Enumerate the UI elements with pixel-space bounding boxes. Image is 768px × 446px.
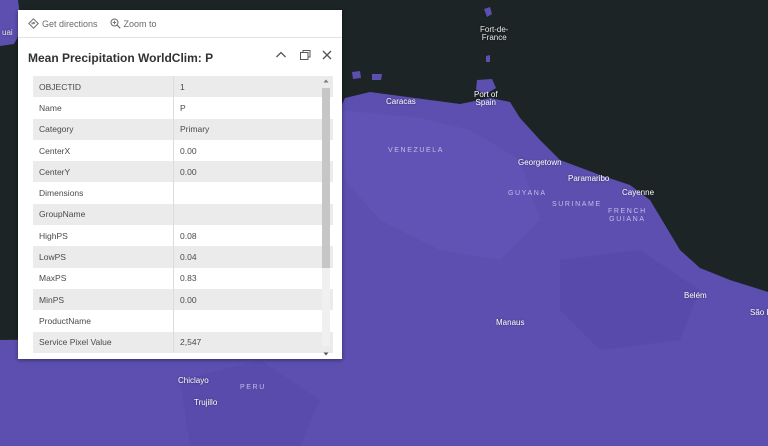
attribute-value: Primary bbox=[180, 124, 210, 135]
city-label-port-of-spain: Port of Spain bbox=[474, 90, 498, 107]
city-label-sao-luis: São L bbox=[750, 308, 768, 317]
attribute-value: 1 bbox=[180, 81, 185, 92]
attribute-key: Dimensions bbox=[33, 182, 174, 204]
attribute-key: CenterX bbox=[33, 139, 174, 162]
popup-actions-bar: Get directions Zoom to bbox=[18, 10, 342, 38]
attribute-key: MinPS bbox=[33, 288, 174, 311]
table-row: LowPS 0.04 bbox=[33, 246, 333, 268]
attribute-value: 0.04 bbox=[180, 252, 197, 263]
city-label-trujillo: Trujillo bbox=[194, 398, 218, 407]
island-small bbox=[352, 71, 361, 79]
city-label-belem: Belém bbox=[684, 291, 707, 300]
island-small bbox=[486, 55, 490, 62]
country-label-french-guiana: FRENCH GUIANA bbox=[608, 208, 647, 223]
attribute-value bbox=[174, 310, 333, 331]
collapse-chevron-up-icon[interactable] bbox=[274, 48, 288, 62]
directions-icon bbox=[28, 18, 39, 29]
attribute-key: HighPS bbox=[33, 225, 174, 247]
scroll-up-arrow-icon[interactable] bbox=[321, 76, 331, 86]
attribute-value: P bbox=[180, 102, 186, 113]
attribute-key: CenterY bbox=[33, 161, 174, 183]
city-label-georgetown: Georgetown bbox=[518, 158, 562, 167]
table-row: HighPS 0.08 bbox=[33, 225, 333, 247]
table-row: OBJECTID 1 bbox=[33, 76, 333, 98]
island-martinique bbox=[484, 7, 492, 17]
attribute-value: 0.00 bbox=[180, 145, 197, 156]
attribute-key: ProductName bbox=[33, 310, 174, 332]
attribute-value bbox=[174, 204, 333, 225]
zoom-in-icon bbox=[110, 18, 121, 29]
city-label-caracas: Caracas bbox=[386, 97, 416, 106]
table-row: Name P bbox=[33, 97, 333, 119]
close-icon[interactable] bbox=[320, 48, 334, 62]
attribute-value: 0.08 bbox=[180, 230, 197, 241]
feature-popup: Get directions Zoom to Mean Precipitatio… bbox=[18, 10, 342, 359]
attribute-key: Service Pixel Value bbox=[33, 331, 174, 353]
attribute-value bbox=[174, 182, 333, 203]
attribute-key: MaxPS bbox=[33, 267, 174, 289]
city-label-edge: uai bbox=[2, 28, 13, 37]
popup-title: Mean Precipitation WorldClim: P bbox=[28, 51, 214, 65]
table-row: CenterX 0.00 bbox=[33, 139, 333, 162]
table-row: ProductName bbox=[33, 310, 333, 332]
attribute-key: Name bbox=[33, 97, 174, 119]
attribute-key: OBJECTID bbox=[33, 76, 174, 98]
attribute-key: Category bbox=[33, 118, 174, 140]
country-label-suriname: SURINAME bbox=[552, 201, 602, 208]
attribute-key: LowPS bbox=[33, 246, 174, 268]
country-label-venezuela: VENEZUELA bbox=[388, 147, 445, 154]
attribute-key: GroupName bbox=[33, 203, 174, 226]
city-label-chiclayo: Chiclayo bbox=[178, 376, 209, 385]
table-row: Category Primary bbox=[33, 118, 333, 140]
country-label-guyana: GUYANA bbox=[508, 190, 547, 197]
table-row: MaxPS 0.83 bbox=[33, 267, 333, 289]
attribute-value: 0.00 bbox=[180, 166, 197, 177]
table-row: Service Pixel Value 2,547 bbox=[33, 331, 333, 353]
city-label-cayenne: Cayenne bbox=[622, 188, 655, 197]
get-directions-label: Get directions bbox=[42, 18, 98, 29]
zoom-to-button[interactable]: Zoom to bbox=[110, 18, 157, 29]
attribute-scrollbar[interactable] bbox=[321, 76, 331, 361]
attribute-value: 0.83 bbox=[180, 273, 197, 284]
city-label-paramaribo: Paramaribo bbox=[568, 174, 610, 183]
table-row: Dimensions bbox=[33, 182, 333, 204]
popup-header: Mean Precipitation WorldClim: P bbox=[18, 38, 342, 74]
country-label-peru: PERU bbox=[240, 384, 266, 391]
table-row: GroupName bbox=[33, 203, 333, 226]
scroll-down-arrow-icon[interactable] bbox=[321, 349, 331, 359]
scroll-thumb[interactable] bbox=[322, 88, 330, 268]
table-row: CenterY 0.00 bbox=[33, 161, 333, 183]
attribute-table[interactable]: OBJECTID 1 Name P Category Primary Cente… bbox=[33, 76, 333, 353]
zoom-to-label: Zoom to bbox=[123, 18, 157, 29]
attribute-value: 0.00 bbox=[180, 294, 197, 305]
city-label-fort-de-france: Fort-de- France bbox=[480, 25, 509, 42]
city-label-manaus: Manaus bbox=[496, 318, 525, 327]
attribute-value: 2,547 bbox=[180, 337, 202, 348]
get-directions-button[interactable]: Get directions bbox=[28, 18, 98, 29]
dock-icon[interactable] bbox=[298, 48, 312, 62]
island-small bbox=[372, 74, 382, 80]
table-row: MinPS 0.00 bbox=[33, 288, 333, 311]
